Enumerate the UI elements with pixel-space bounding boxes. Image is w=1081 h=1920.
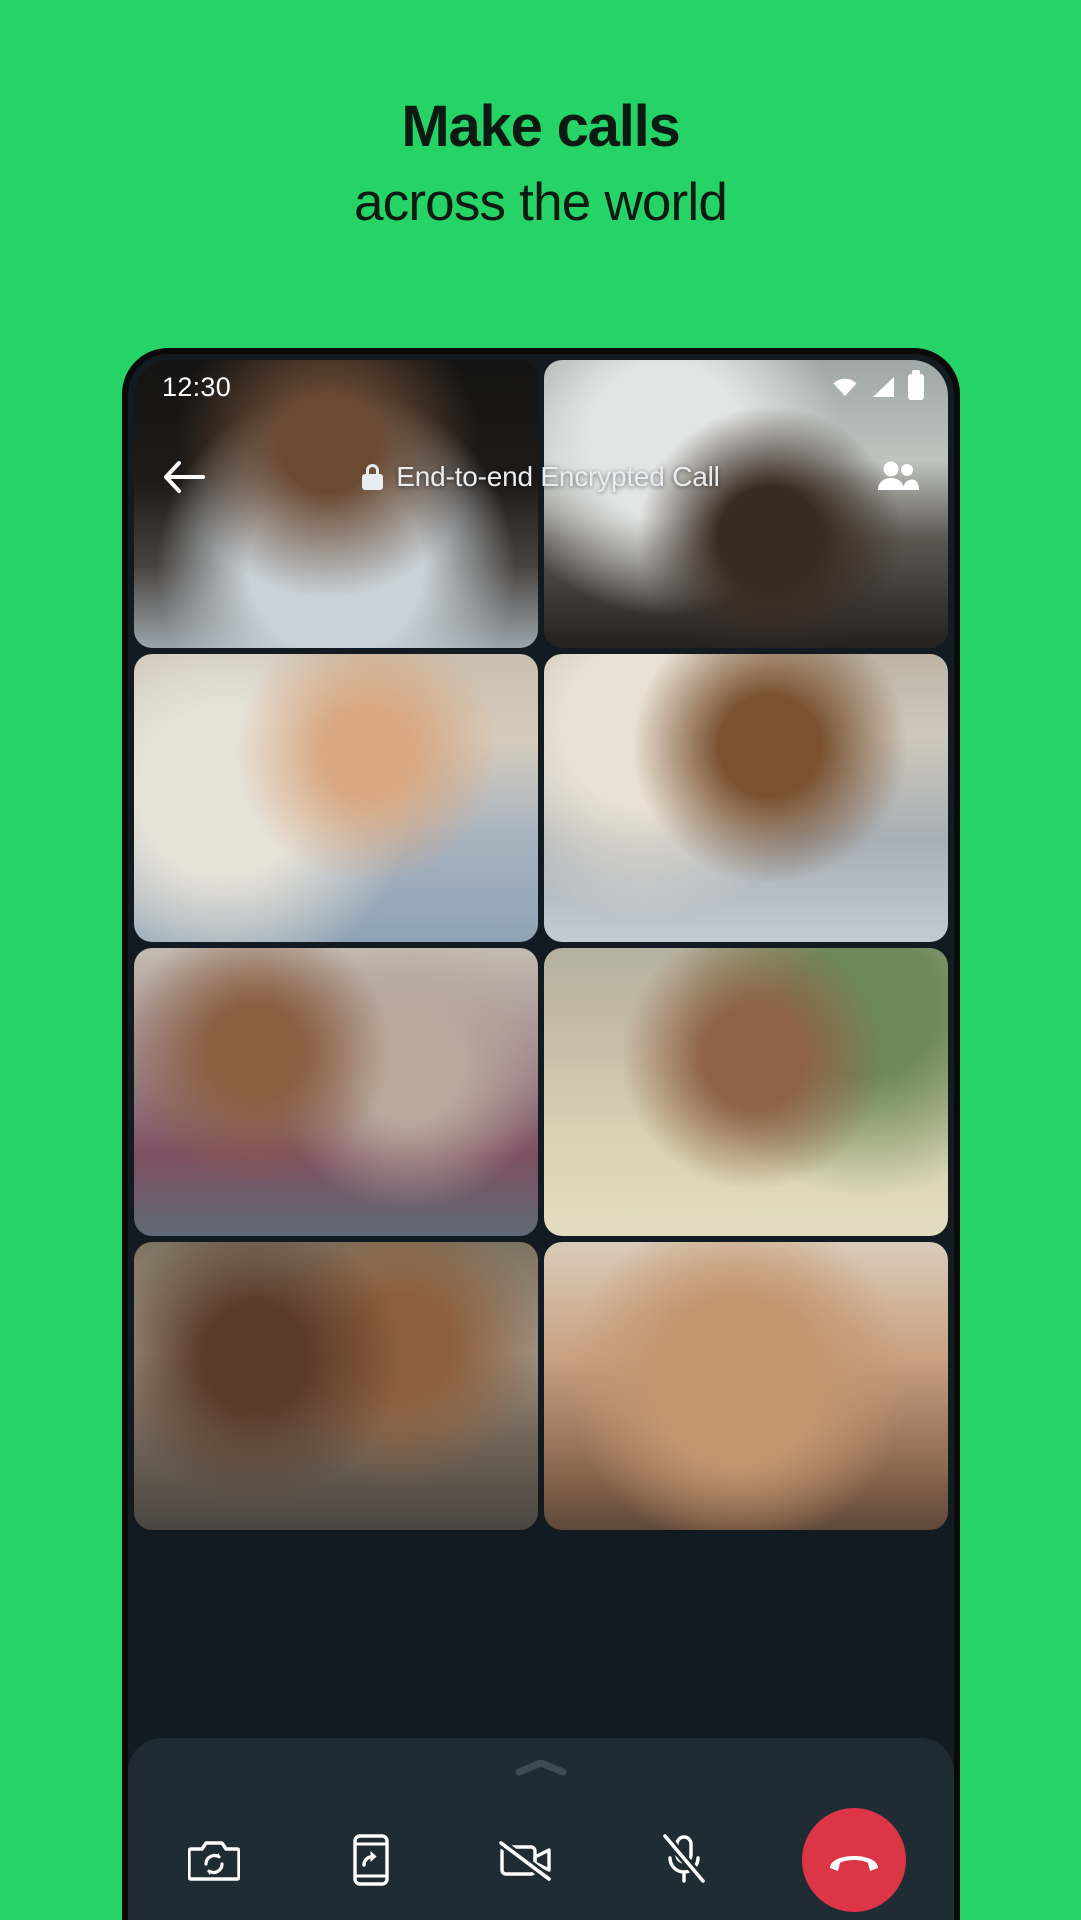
flip-camera-icon bbox=[188, 1841, 240, 1881]
video-off-button[interactable] bbox=[489, 1822, 565, 1898]
promo-text-block: Make calls across the world bbox=[0, 0, 1081, 234]
video-off-icon bbox=[499, 1839, 552, 1883]
participant-video-6 bbox=[544, 948, 948, 1236]
participant-tile-7[interactable] bbox=[134, 1242, 538, 1530]
participant-tile-4[interactable] bbox=[544, 654, 948, 942]
back-button[interactable] bbox=[156, 449, 212, 505]
participant-video-3 bbox=[134, 654, 538, 942]
participants-button[interactable] bbox=[870, 449, 926, 505]
status-bar-clock: 12:30 bbox=[162, 371, 232, 402]
participant-video-4 bbox=[544, 654, 948, 942]
back-arrow-icon bbox=[164, 461, 205, 493]
cellular-signal-icon bbox=[873, 377, 894, 397]
encryption-label-group: End-to-end Encrypted Call bbox=[212, 461, 870, 493]
share-screen-button[interactable] bbox=[333, 1822, 409, 1898]
phone-mockup: 12:30 End-to-end Encrypted Call bbox=[122, 348, 960, 1920]
mic-off-icon bbox=[661, 1834, 706, 1884]
promo-headline: Make calls bbox=[401, 94, 680, 159]
video-grid bbox=[134, 360, 948, 1920]
flip-camera-button[interactable] bbox=[176, 1822, 252, 1898]
participant-tile-5[interactable] bbox=[134, 948, 538, 1236]
participant-tile-3[interactable] bbox=[134, 654, 538, 942]
mute-button[interactable] bbox=[646, 1822, 722, 1898]
people-icon bbox=[878, 461, 919, 490]
phone-screen: 12:30 End-to-end Encrypted Call bbox=[128, 354, 954, 1920]
call-title: End-to-end Encrypted Call bbox=[396, 461, 720, 492]
status-bar: 12:30 bbox=[128, 354, 954, 420]
end-call-icon bbox=[830, 1856, 878, 1871]
call-controls-bar bbox=[128, 1738, 954, 1920]
lock-icon bbox=[362, 464, 384, 490]
participant-tile-6[interactable] bbox=[544, 948, 948, 1236]
chevron-up-handle[interactable] bbox=[515, 1760, 567, 1776]
participant-video-8 bbox=[544, 1242, 948, 1530]
wifi-icon bbox=[833, 378, 857, 396]
call-header: End-to-end Encrypted Call bbox=[128, 440, 954, 514]
end-call-button[interactable] bbox=[802, 1808, 906, 1912]
call-controls-row bbox=[128, 1808, 954, 1912]
battery-icon bbox=[908, 370, 924, 400]
participant-video-5 bbox=[134, 948, 538, 1236]
participant-video-7 bbox=[134, 1242, 538, 1530]
participant-tile-8[interactable] bbox=[544, 1242, 948, 1530]
share-screen-icon bbox=[352, 1834, 389, 1886]
promo-subheadline: across the world bbox=[353, 172, 728, 232]
status-bar-icons bbox=[832, 370, 924, 400]
